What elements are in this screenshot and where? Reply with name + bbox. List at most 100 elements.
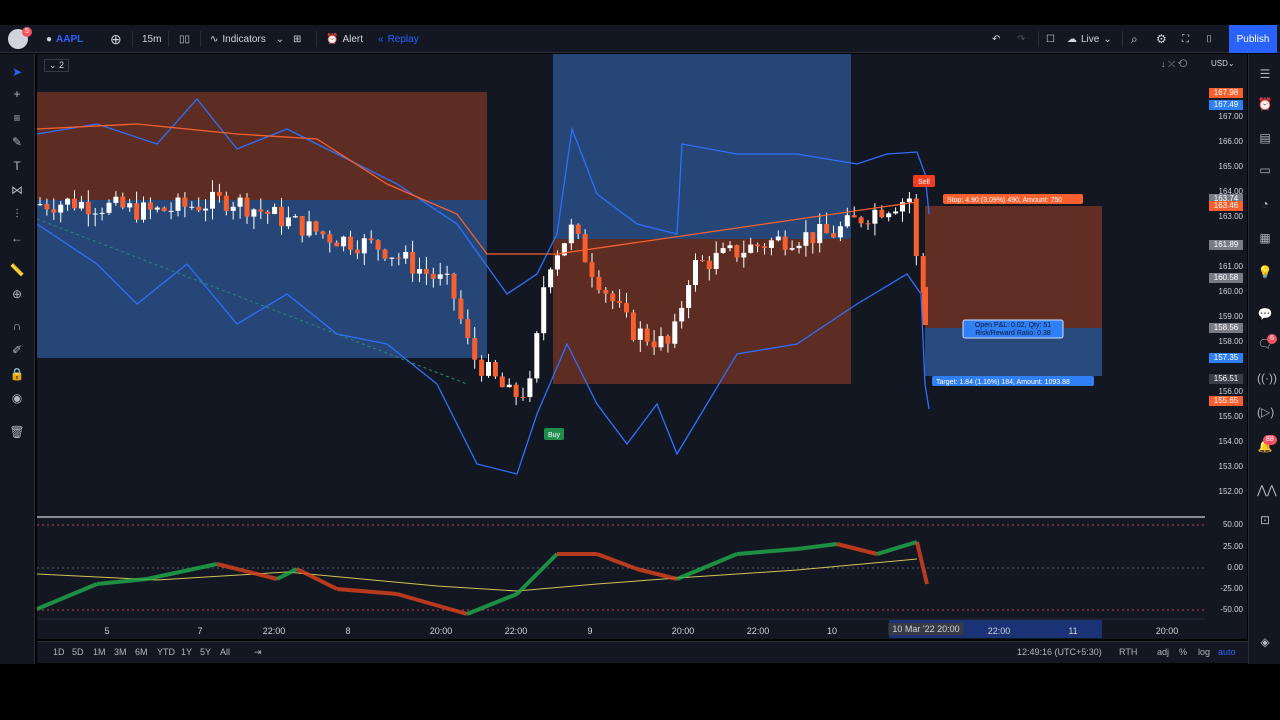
- lock-icon[interactable]: 🔒: [9, 366, 25, 382]
- pattern-icon[interactable]: ⋈: [9, 182, 25, 198]
- watchlist-icon[interactable]: ☰: [1257, 66, 1273, 82]
- candle-body: [665, 336, 671, 344]
- collapse-icon[interactable]: ⤫: [1168, 59, 1175, 69]
- position-stop-zone: [925, 206, 1102, 328]
- reset-icon[interactable]: ⟲: [1178, 59, 1188, 69]
- indicators-button[interactable]: ∿ Indicators ⌄: [210, 25, 284, 53]
- candle-body: [789, 248, 795, 250]
- live-button[interactable]: ☁ Live ⌄: [1067, 25, 1112, 53]
- price-chart[interactable]: Stop: 4.90 (3.09%) 490, Amount: 750 Open …: [36, 54, 1205, 639]
- eye-icon[interactable]: ◉: [9, 390, 25, 406]
- ruler-icon[interactable]: 📏: [9, 262, 25, 278]
- auto-button[interactable]: auto: [1218, 647, 1236, 657]
- price-axis[interactable]: USD⌄ 167.00 166.00 165.00 164.00 163.00 161.0…: [1205, 54, 1247, 639]
- candle-body: [762, 246, 767, 248]
- redo-button[interactable]: ↷: [1017, 25, 1025, 53]
- interval-button[interactable]: 15m: [142, 25, 161, 53]
- fullscreen-button[interactable]: ⛶: [1182, 25, 1189, 53]
- candle-body: [472, 338, 478, 360]
- collapse-panel-icon[interactable]: ⋀⋀: [1257, 482, 1277, 498]
- hotlist-icon[interactable]: ◔: [1257, 196, 1273, 212]
- trash-icon[interactable]: 🗑: [9, 424, 25, 440]
- adj-button[interactable]: adj: [1157, 647, 1169, 657]
- scroll-controls: ↓ ⤫ ⟲: [1161, 59, 1187, 70]
- cloud-icon: ☁: [1067, 33, 1077, 45]
- candle-body: [85, 201, 91, 215]
- cursor-icon[interactable]: ➤: [9, 64, 25, 80]
- data-window-icon[interactable]: ▭: [1257, 162, 1273, 178]
- price-tick: 155.00: [1218, 412, 1243, 421]
- oscillator-segment: [915, 541, 929, 585]
- range-button-1d[interactable]: 1D: [53, 647, 65, 657]
- replay-button[interactable]: «Replay: [378, 25, 419, 53]
- broadcast-icon[interactable]: (▷): [1257, 404, 1274, 420]
- last-candle: [922, 287, 928, 325]
- settings-button[interactable]: ⚙: [1156, 25, 1167, 53]
- range-button-1m[interactable]: 1M: [93, 647, 106, 657]
- candle-body: [686, 285, 692, 308]
- chart-area[interactable]: Stop: 4.90 (3.09%) 490, Amount: 750 Open …: [36, 54, 1205, 639]
- pine-editor-icon[interactable]: ⊡: [1257, 512, 1273, 528]
- forecast-icon[interactable]: ⫶: [9, 206, 25, 222]
- compare-button[interactable]: ⊕: [110, 25, 122, 53]
- layers-icon[interactable]: ◈: [1257, 634, 1273, 650]
- candle-body: [306, 221, 312, 236]
- candle-body: [168, 210, 174, 212]
- candle-body: [734, 245, 740, 258]
- range-button-5y[interactable]: 5Y: [200, 647, 211, 657]
- calendar-icon[interactable]: ▦: [1257, 230, 1273, 246]
- candle-body: [444, 273, 450, 275]
- oscillator-tick: 0.00: [1227, 563, 1243, 572]
- symbol-search[interactable]: ● AAPL: [46, 25, 83, 53]
- text-icon[interactable]: T: [9, 158, 25, 174]
- layouts-button[interactable]: ⊞: [293, 25, 301, 53]
- range-button-6m[interactable]: 6M: [135, 647, 148, 657]
- candle-body: [417, 269, 422, 274]
- alerts-badge: 88: [1263, 435, 1277, 445]
- trendline-icon[interactable]: ≡: [9, 110, 25, 126]
- snapshot-button[interactable]: ⌷: [1206, 25, 1212, 53]
- price-tick: 153.00: [1218, 462, 1243, 471]
- fullscreen-layout-button[interactable]: ☐: [1046, 25, 1055, 53]
- candle-body: [610, 293, 616, 302]
- candle-body: [893, 211, 899, 214]
- back-arrow-icon[interactable]: ←: [9, 230, 25, 246]
- right-sidebar: ☰ ⏰ ▤ ▭ ◔ ▦ 💡 💬 🗨 6 ((·)) (▷) 🔔 88 ⋀⋀ ⊡ …: [1248, 54, 1280, 664]
- avatar-badge: 5: [22, 27, 32, 37]
- ideas-icon[interactable]: 💡: [1257, 264, 1273, 280]
- news-icon[interactable]: ▤: [1257, 130, 1273, 146]
- search-button[interactable]: ⌕: [1131, 25, 1138, 53]
- candle-body: [617, 301, 623, 303]
- range-button-1y[interactable]: 1Y: [181, 647, 192, 657]
- alert-button[interactable]: ⏰ Alert: [326, 25, 363, 53]
- candle-body: [423, 269, 429, 274]
- range-button-ytd[interactable]: YTD: [157, 647, 175, 657]
- alarm-icon[interactable]: ⏰: [1257, 96, 1273, 112]
- candle-body: [203, 208, 209, 211]
- candle-body: [410, 251, 416, 274]
- range-button-5d[interactable]: 5D: [72, 647, 84, 657]
- price-tick: 158.00: [1218, 337, 1243, 346]
- magnet-icon[interactable]: ∩: [9, 318, 25, 334]
- undo-button[interactable]: ↶: [992, 25, 1000, 53]
- chats-icon[interactable]: 💬: [1257, 306, 1273, 322]
- goto-date-icon[interactable]: ⇥: [254, 647, 262, 658]
- range-button-all[interactable]: All: [220, 647, 230, 657]
- log-button[interactable]: log: [1198, 647, 1210, 657]
- candle-body: [465, 319, 471, 339]
- candle-body: [437, 274, 443, 279]
- brush-icon[interactable]: ✎: [9, 134, 25, 150]
- currency-select[interactable]: USD⌄: [1211, 59, 1235, 68]
- lock-drawing-icon[interactable]: ✐: [9, 342, 25, 358]
- range-button-3m[interactable]: 3M: [114, 647, 127, 657]
- chart-type-button[interactable]: ▯▯: [179, 25, 190, 53]
- pane-collapse-button[interactable]: ⌄ 2: [44, 59, 70, 72]
- publish-button[interactable]: Publish: [1229, 25, 1277, 53]
- session-button[interactable]: RTH: [1119, 647, 1137, 657]
- zoom-icon[interactable]: ⊕: [9, 286, 25, 302]
- candle-body: [803, 232, 809, 246]
- streams-icon[interactable]: ((·)): [1257, 370, 1277, 386]
- percent-button[interactable]: %: [1179, 647, 1187, 657]
- arrow-down-icon[interactable]: ↓: [1161, 59, 1166, 69]
- crosshair-icon[interactable]: +: [9, 86, 25, 102]
